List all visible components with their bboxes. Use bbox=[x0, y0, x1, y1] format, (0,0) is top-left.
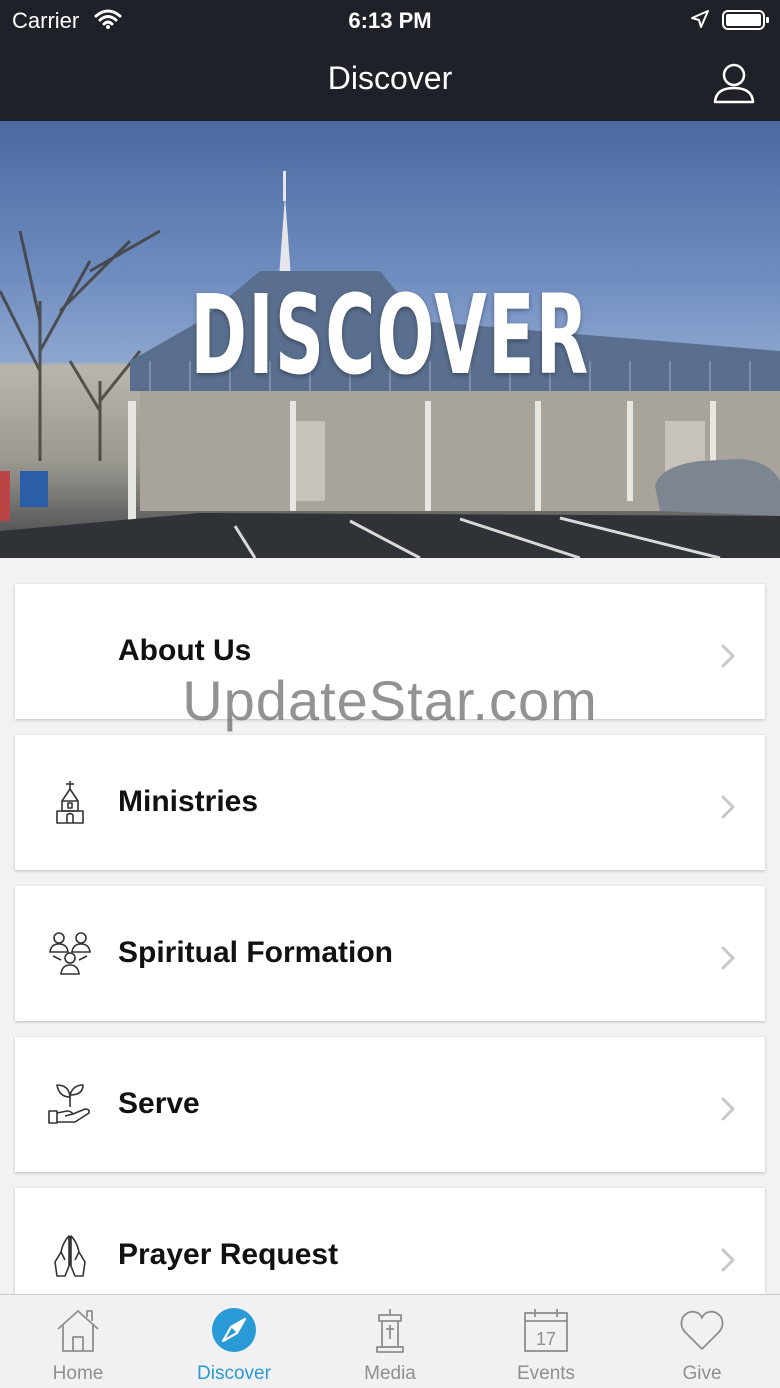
calendar-date: 17 bbox=[536, 1329, 556, 1349]
watermark: UpdateStar.com bbox=[182, 669, 598, 732]
tab-home[interactable]: Home bbox=[0, 1295, 156, 1388]
menu-item-label: Prayer Request bbox=[118, 1238, 339, 1271]
chevron-right-icon bbox=[719, 1246, 737, 1279]
page-title: Discover bbox=[327, 60, 453, 96]
navigation-bar: Discover bbox=[0, 40, 780, 121]
heart-icon bbox=[679, 1307, 725, 1353]
menu-item-ministries[interactable]: Ministries bbox=[15, 735, 765, 870]
status-bar: Carrier 6:13 PM bbox=[0, 0, 780, 40]
location-arrow-icon bbox=[690, 9, 710, 34]
chevron-right-icon bbox=[719, 944, 737, 977]
tab-label: Events bbox=[516, 1363, 576, 1384]
compass-icon bbox=[211, 1307, 257, 1353]
menu-item-serve[interactable]: Serve bbox=[15, 1037, 765, 1172]
chevron-right-icon bbox=[719, 1095, 737, 1128]
menu-item-label: About Us bbox=[118, 634, 252, 667]
hero-title: DISCOVER bbox=[190, 271, 590, 399]
menu-item-label: Serve bbox=[118, 1087, 200, 1120]
menu-item-spiritual-formation[interactable]: Spiritual Formation bbox=[15, 886, 765, 1021]
menu-item-label: Spiritual Formation bbox=[118, 936, 394, 969]
group-icon bbox=[47, 930, 93, 976]
church-icon bbox=[47, 779, 93, 825]
person-icon[interactable] bbox=[712, 62, 756, 109]
tab-media[interactable]: Media bbox=[312, 1295, 468, 1388]
tab-give[interactable]: Give bbox=[624, 1295, 780, 1388]
tab-label: Discover bbox=[197, 1363, 271, 1384]
tab-discover[interactable]: Discover bbox=[156, 1295, 312, 1388]
clock: 6:13 PM bbox=[348, 8, 432, 33]
praying-hands-icon bbox=[47, 1232, 93, 1278]
hand-plant-icon bbox=[47, 1081, 93, 1127]
hero-banner: DISCOVER bbox=[0, 121, 780, 558]
home-icon bbox=[55, 1307, 101, 1353]
tab-label: Home bbox=[52, 1363, 104, 1384]
menu-item-label: Ministries bbox=[118, 785, 259, 818]
tab-label: Give bbox=[682, 1363, 722, 1384]
tab-events[interactable]: 17 Events bbox=[468, 1295, 624, 1388]
tab-label: Media bbox=[364, 1363, 416, 1384]
pulpit-icon bbox=[367, 1307, 413, 1353]
tab-bar: Home Discover Media 17 Events Give bbox=[0, 1294, 780, 1388]
battery-icon bbox=[722, 9, 770, 36]
chevron-right-icon bbox=[719, 793, 737, 826]
calendar-icon: 17 bbox=[523, 1307, 569, 1353]
